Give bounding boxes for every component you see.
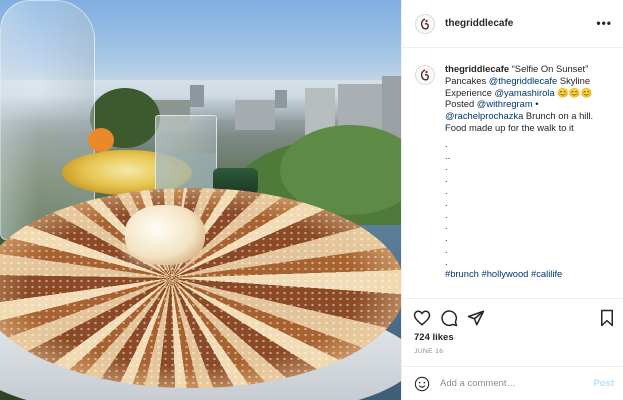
caption-bullet: • xyxy=(535,98,539,110)
post-actions: 724 likes JUNE 16 xyxy=(402,298,623,368)
heart-icon[interactable] xyxy=(413,309,431,327)
comments-section[interactable]: thegriddlecafe “Selfie On Sunset” Pancak… xyxy=(402,48,623,298)
post-photo[interactable] xyxy=(0,0,401,400)
mention-link[interactable]: @yamashirola xyxy=(495,87,555,98)
bookmark-icon[interactable] xyxy=(598,309,616,327)
griddle-logo-icon xyxy=(420,69,429,81)
griddle-logo-icon xyxy=(420,17,429,29)
post-date: JUNE 16 xyxy=(414,348,444,355)
comment-input[interactable] xyxy=(440,378,580,389)
caption-dot-line: . xyxy=(445,220,448,232)
post-panel: thegriddlecafe ••• thegriddlecafe “Selfi… xyxy=(401,0,623,400)
photo-orange xyxy=(88,128,114,152)
avatar[interactable] xyxy=(415,13,435,34)
photo-whipped-topping xyxy=(125,205,205,265)
caption-text-3: Posted xyxy=(445,98,475,110)
photo-building xyxy=(190,85,204,107)
caption-dot-line: . xyxy=(445,196,448,208)
caption-dot-line: . xyxy=(445,255,448,267)
photo-building xyxy=(235,100,275,130)
caption: thegriddlecafe “Selfie On Sunset” Pancak… xyxy=(415,63,611,134)
caption-text: thegriddlecafe “Selfie On Sunset” Pancak… xyxy=(445,63,605,134)
mention-link[interactable]: @withregram xyxy=(477,98,533,109)
caption-dot-line: . xyxy=(445,184,448,196)
photo-building xyxy=(275,90,287,108)
post-header: thegriddlecafe ••• xyxy=(402,0,623,48)
comment-icon[interactable] xyxy=(440,309,458,327)
caption-dot-line: . xyxy=(445,232,448,244)
caption-dot-line: . xyxy=(445,173,448,185)
mention-link[interactable]: @rachelprochazka xyxy=(445,110,523,121)
post-comment-button[interactable]: Post xyxy=(593,378,614,389)
add-comment-bar: Post xyxy=(402,366,623,400)
share-icon[interactable] xyxy=(467,309,485,327)
photo-glass xyxy=(155,115,217,195)
caption-avatar[interactable] xyxy=(415,65,435,85)
caption-dot-line: . xyxy=(445,208,448,220)
emoji-icon[interactable] xyxy=(414,376,430,392)
caption-dot-line: .. xyxy=(445,149,451,161)
caption-dot-line: . xyxy=(445,161,448,173)
likes-count[interactable]: 724 likes xyxy=(414,332,454,343)
caption-dot-line: . xyxy=(445,243,448,255)
caption-dot-line: . xyxy=(445,137,448,149)
post-username[interactable]: thegriddlecafe xyxy=(445,18,513,29)
more-options-icon[interactable]: ••• xyxy=(596,16,612,30)
caption-emojis: 😊😊😊 xyxy=(557,86,593,98)
mention-link[interactable]: @thegriddlecafe xyxy=(489,75,557,86)
caption-username[interactable]: thegriddlecafe xyxy=(445,63,509,74)
caption-hashtags[interactable]: #brunch #hollywood #calilife xyxy=(445,268,611,280)
